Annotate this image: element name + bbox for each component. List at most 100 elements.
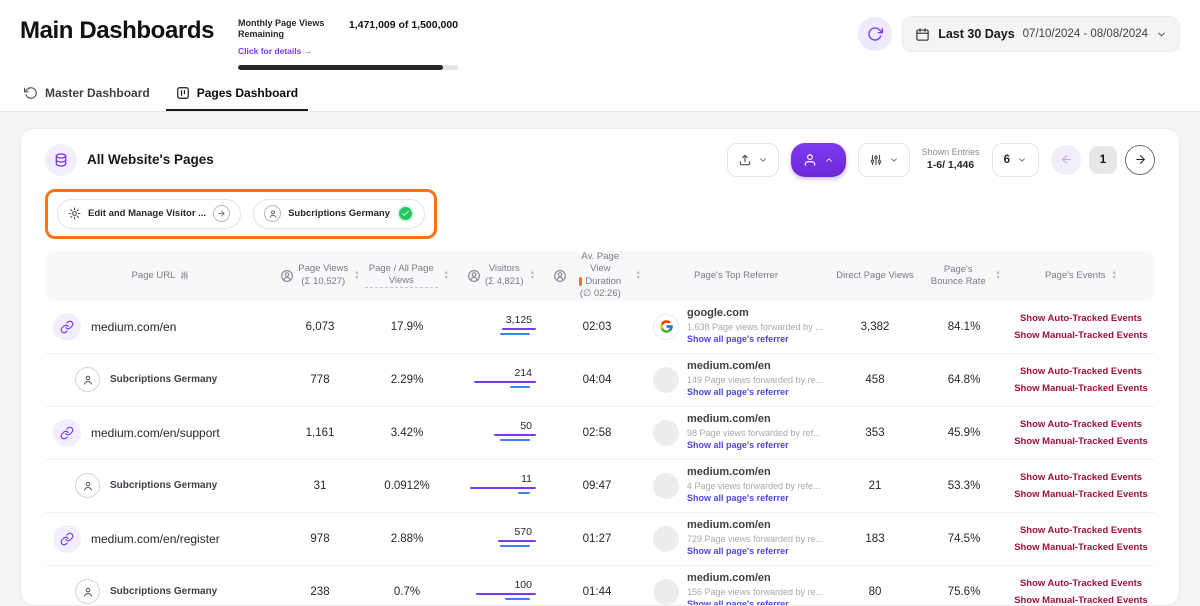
show-manual-tracked-events-link[interactable]: Show Manual-Tracked Events: [1014, 542, 1148, 553]
page-size-value: 6: [1004, 154, 1010, 166]
col-visitors[interactable]: Visitors(Σ 4,821) ▲▼: [451, 263, 551, 288]
shown-entries-value: 1-6/ 1,446: [922, 159, 980, 173]
active-filters-highlight: Edit and Manage Visitor ... Subcriptions…: [45, 189, 437, 239]
visitors-bar: [500, 545, 530, 548]
chip-label: Subcriptions Germany: [288, 208, 390, 219]
person-icon: [803, 153, 817, 167]
page-url: medium.com/en/register: [91, 532, 220, 546]
direct-views-value: 3,382: [829, 321, 921, 333]
quota-details-link[interactable]: Click for details →: [238, 46, 312, 56]
col-duration[interactable]: Av. Page View Duration (∅ 02:26) ▲▼: [551, 251, 643, 301]
visitors-value: 100: [514, 579, 532, 591]
gear-icon: [68, 207, 81, 220]
referrer-detail: 156 Page views forwarded by re...: [687, 587, 823, 598]
col-page-url[interactable]: Page URL: [45, 270, 277, 281]
table-row[interactable]: medium.com/en/support 1,161 3.42% 50 02:…: [45, 407, 1155, 460]
col-direct-views: Direct Page Views: [829, 270, 921, 281]
duration-value: 02:58: [551, 427, 643, 439]
show-manual-tracked-events-link[interactable]: Show Manual-Tracked Events: [1014, 330, 1148, 341]
page-size-select[interactable]: 6: [992, 143, 1039, 177]
top-header: Main Dashboards Monthly Page Views Remai…: [0, 0, 1200, 70]
table-row[interactable]: Subcriptions Germany 778 2.29% 214 04:04…: [45, 354, 1155, 407]
visitors-bar: [500, 439, 530, 442]
link-icon: [53, 525, 81, 553]
link-icon: [53, 419, 81, 447]
export-icon: [738, 153, 752, 167]
segment-name: Subcriptions Germany: [110, 480, 217, 491]
date-range-picker[interactable]: Last 30 Days 07/10/2024 - 08/08/2024: [902, 16, 1180, 52]
quota-usage: 1,471,009 of 1,500,000: [349, 19, 458, 31]
chip-label: Edit and Manage Visitor ...: [88, 208, 206, 219]
duration-value: 01:44: [551, 586, 643, 598]
show-auto-tracked-events-link[interactable]: Show Auto-Tracked Events: [1020, 525, 1142, 536]
show-all-referrers-link[interactable]: Show all page's referrer: [687, 546, 823, 557]
person-icon: [75, 473, 100, 498]
duration-value: 04:04: [551, 374, 643, 386]
bounce-rate-value: 45.9%: [921, 427, 1007, 439]
events-cell: Show Auto-Tracked Events Show Manual-Tra…: [1007, 578, 1155, 606]
referrer-detail: 4 Page views forwarded by refe...: [687, 481, 821, 492]
referrer-name: medium.com/en: [687, 572, 823, 586]
show-auto-tracked-events-link[interactable]: Show Auto-Tracked Events: [1020, 313, 1142, 324]
page-views-value: 31: [277, 480, 363, 492]
visitors-mini-chart: 100: [451, 579, 551, 605]
sort-icon: ▲▼: [444, 271, 449, 280]
next-page-button[interactable]: [1125, 145, 1155, 175]
show-manual-tracked-events-link[interactable]: Show Manual-Tracked Events: [1014, 436, 1148, 447]
page-share-value: 3.42%: [363, 427, 451, 439]
refresh-button[interactable]: [858, 17, 892, 51]
tab-master-dashboard[interactable]: Master Dashboard: [14, 78, 160, 111]
visitors-mini-chart: 3,125: [451, 314, 551, 340]
show-all-referrers-link[interactable]: Show all page's referrer: [687, 599, 823, 605]
segment-filter-chip[interactable]: Subcriptions Germany: [253, 199, 425, 229]
show-manual-tracked-events-link[interactable]: Show Manual-Tracked Events: [1014, 595, 1148, 606]
events-cell: Show Auto-Tracked Events Show Manual-Tra…: [1007, 366, 1155, 394]
visitors-mini-chart: 50: [451, 420, 551, 446]
direct-views-value: 353: [829, 427, 921, 439]
show-all-referrers-link[interactable]: Show all page's referrer: [687, 493, 821, 504]
referrer-detail: 1,638 Page views forwarded by ...: [687, 322, 823, 333]
table-row[interactable]: Subcriptions Germany 238 0.7% 100 01:44 …: [45, 566, 1155, 606]
tab-pages-dashboard[interactable]: Pages Dashboard: [166, 78, 308, 111]
person-circle-icon: [553, 269, 567, 283]
current-page[interactable]: 1: [1089, 146, 1117, 174]
quota-widget: Monthly Page Views Remaining Click for d…: [238, 18, 458, 70]
show-manual-tracked-events-link[interactable]: Show Manual-Tracked Events: [1014, 489, 1148, 500]
col-bounce-rate[interactable]: Page's Bounce Rate ▲▼: [921, 264, 1007, 288]
table-row[interactable]: medium.com/en 6,073 17.9% 3,125 02:03 go…: [45, 301, 1155, 354]
show-auto-tracked-events-link[interactable]: Show Auto-Tracked Events: [1020, 472, 1142, 483]
gauge-icon: [24, 86, 38, 100]
show-all-referrers-link[interactable]: Show all page's referrer: [687, 334, 823, 345]
show-all-referrers-link[interactable]: Show all page's referrer: [687, 440, 821, 451]
export-button[interactable]: [727, 143, 779, 177]
table-row[interactable]: Subcriptions Germany 31 0.0912% 11 09:47…: [45, 460, 1155, 513]
referrer-cell: medium.com/en 149 Page views forwarded b…: [643, 360, 829, 398]
edit-visitor-filter-chip[interactable]: Edit and Manage Visitor ...: [57, 199, 241, 229]
table-row[interactable]: medium.com/en/register 978 2.88% 570 01:…: [45, 513, 1155, 566]
visitors-mini-chart: 214: [451, 367, 551, 393]
arrow-right-icon[interactable]: [213, 205, 230, 222]
segment-name: Subcriptions Germany: [110, 374, 217, 385]
col-page-views[interactable]: Page Views(Σ 10,527) ▲▼: [277, 263, 363, 288]
sort-icon: ▲▼: [636, 271, 641, 280]
col-page-share[interactable]: Page / All Page Views ▲▼: [363, 263, 451, 289]
page-url: medium.com/en/support: [91, 426, 220, 440]
col-events[interactable]: Page's Events ▲▼: [1007, 270, 1155, 281]
visitors-value: 3,125: [506, 314, 532, 326]
show-manual-tracked-events-link[interactable]: Show Manual-Tracked Events: [1014, 383, 1148, 394]
refresh-icon: [867, 26, 883, 42]
show-auto-tracked-events-link[interactable]: Show Auto-Tracked Events: [1020, 578, 1142, 589]
referrer-detail: 149 Page views forwarded by re...: [687, 375, 823, 386]
events-cell: Show Auto-Tracked Events Show Manual-Tra…: [1007, 525, 1155, 553]
show-all-referrers-link[interactable]: Show all page's referrer: [687, 387, 823, 398]
show-auto-tracked-events-link[interactable]: Show Auto-Tracked Events: [1020, 419, 1142, 430]
referrer-name: medium.com/en: [687, 519, 823, 533]
prev-page-button[interactable]: [1051, 145, 1081, 175]
column-settings-button[interactable]: [858, 143, 910, 177]
referrer-name: medium.com/en: [687, 413, 821, 427]
visitor-segment-button[interactable]: [791, 143, 846, 177]
database-icon: [45, 144, 77, 176]
show-auto-tracked-events-link[interactable]: Show Auto-Tracked Events: [1020, 366, 1142, 377]
referrer-placeholder-icon: [653, 579, 679, 605]
col-referrer: Page's Top Referrer: [643, 270, 829, 281]
